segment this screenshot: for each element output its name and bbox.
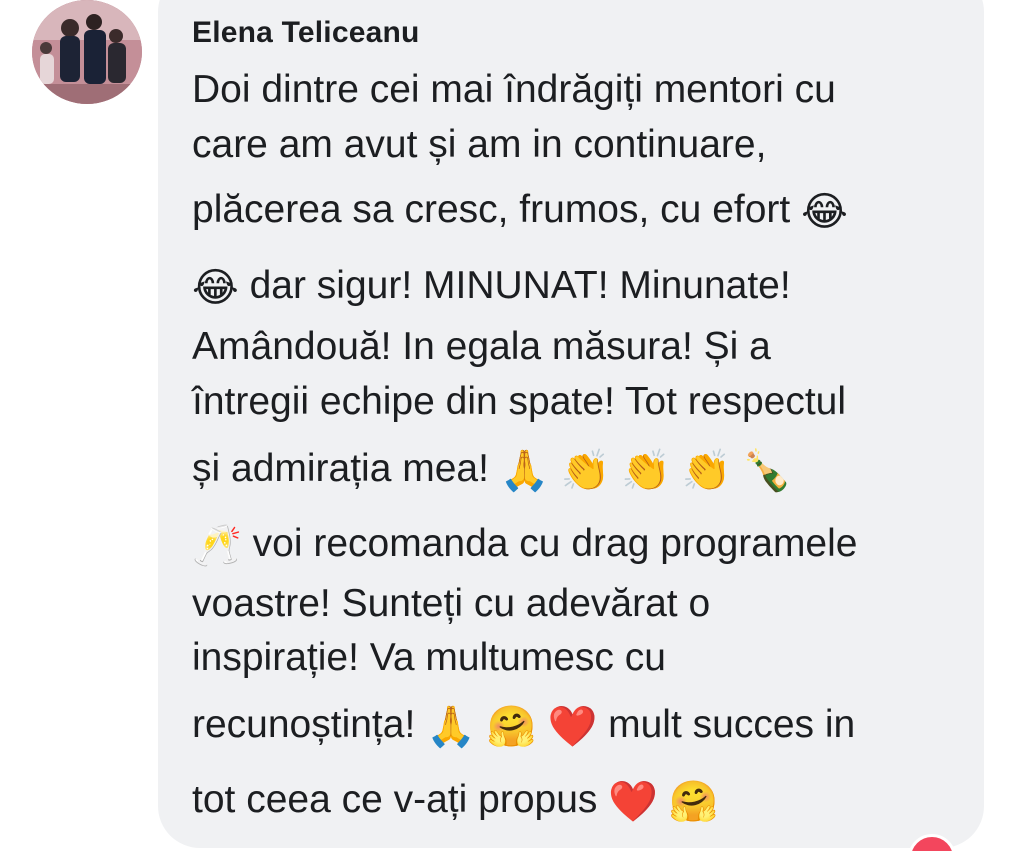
heart-emoji-icon: ❤️: [608, 778, 659, 825]
comment-line: 😂 dar sigur! MINUNAT! Minunate!: [192, 266, 791, 308]
comment-text: inspirație! Va multumesc cu: [192, 636, 666, 679]
comment-line: Amândouă! In egala măsura! Și a: [192, 327, 771, 366]
comment-text: recunoștința!: [192, 703, 416, 746]
comment-text: dar sigur! MINUNAT! Minunate!: [249, 264, 791, 307]
comment-line: recunoștința! 🙏 🤗 ❤️ mult succes in: [192, 705, 855, 747]
pray-emoji-icon: 🙏: [426, 703, 476, 750]
comment-text: și admirația mea!: [192, 447, 489, 490]
heart-emoji-icon: ❤️: [547, 703, 598, 750]
comment-text: care am avut și am in continuare,: [192, 123, 767, 166]
laugh-emoji-icon: 😂: [192, 264, 239, 311]
comment-screen: Elena Teliceanu Doi dintre cei mai îndră…: [0, 0, 1024, 851]
clap-emoji-icon: 👏: [681, 447, 732, 494]
hug-emoji-icon: 🤗: [486, 703, 537, 750]
comment-line: voastre! Sunteți cu adevărat o: [192, 584, 710, 623]
comment-text: tot ceea ce v-ați propus: [192, 778, 598, 821]
avatar[interactable]: [32, 0, 142, 104]
cheers-emoji-icon: 🥂: [192, 522, 242, 569]
comment-text: Doi dintre cei mai îndrăgiți mentori cu: [192, 68, 836, 111]
comment-text: întregii echipe din spate! Tot respectul: [192, 380, 847, 423]
laugh-emoji-icon: 😂: [801, 188, 848, 235]
comment-line: și admirația mea! 🙏 👏 👏 👏 🍾: [192, 449, 792, 491]
comment-line: care am avut și am in continuare,: [192, 125, 766, 164]
comment-author[interactable]: Elena Teliceanu: [192, 16, 420, 50]
avatar-photo-icon: [32, 0, 142, 104]
clap-emoji-icon: 👏: [621, 447, 671, 494]
comment-line: plăcerea sa cresc, frumos, cu efort 😂: [192, 190, 848, 232]
comment-text: plăcerea sa cresc, frumos, cu efort: [192, 188, 791, 231]
pray-emoji-icon: 🙏: [499, 447, 550, 494]
comment-text: Amândouă! In egala măsura! Și a: [192, 325, 771, 368]
comment-line: inspirație! Va multumesc cu: [192, 638, 666, 677]
clap-emoji-icon: 👏: [560, 447, 611, 494]
champagne-emoji-icon: 🍾: [742, 447, 793, 494]
comment-text: voastre! Sunteți cu adevărat o: [192, 582, 711, 625]
hug-emoji-icon: 🤗: [668, 778, 719, 825]
comment-line: întregii echipe din spate! Tot respectul: [192, 382, 846, 421]
comment-line: Doi dintre cei mai îndrăgiți mentori cu: [192, 70, 836, 109]
comment-text: mult succes in: [608, 703, 856, 746]
comment-line: tot ceea ce v-ați propus ❤️ 🤗: [192, 780, 719, 822]
comment-line: 🥂 voi recomanda cu drag programele: [192, 524, 857, 566]
comment-text: voi recomanda cu drag programele: [252, 522, 858, 565]
